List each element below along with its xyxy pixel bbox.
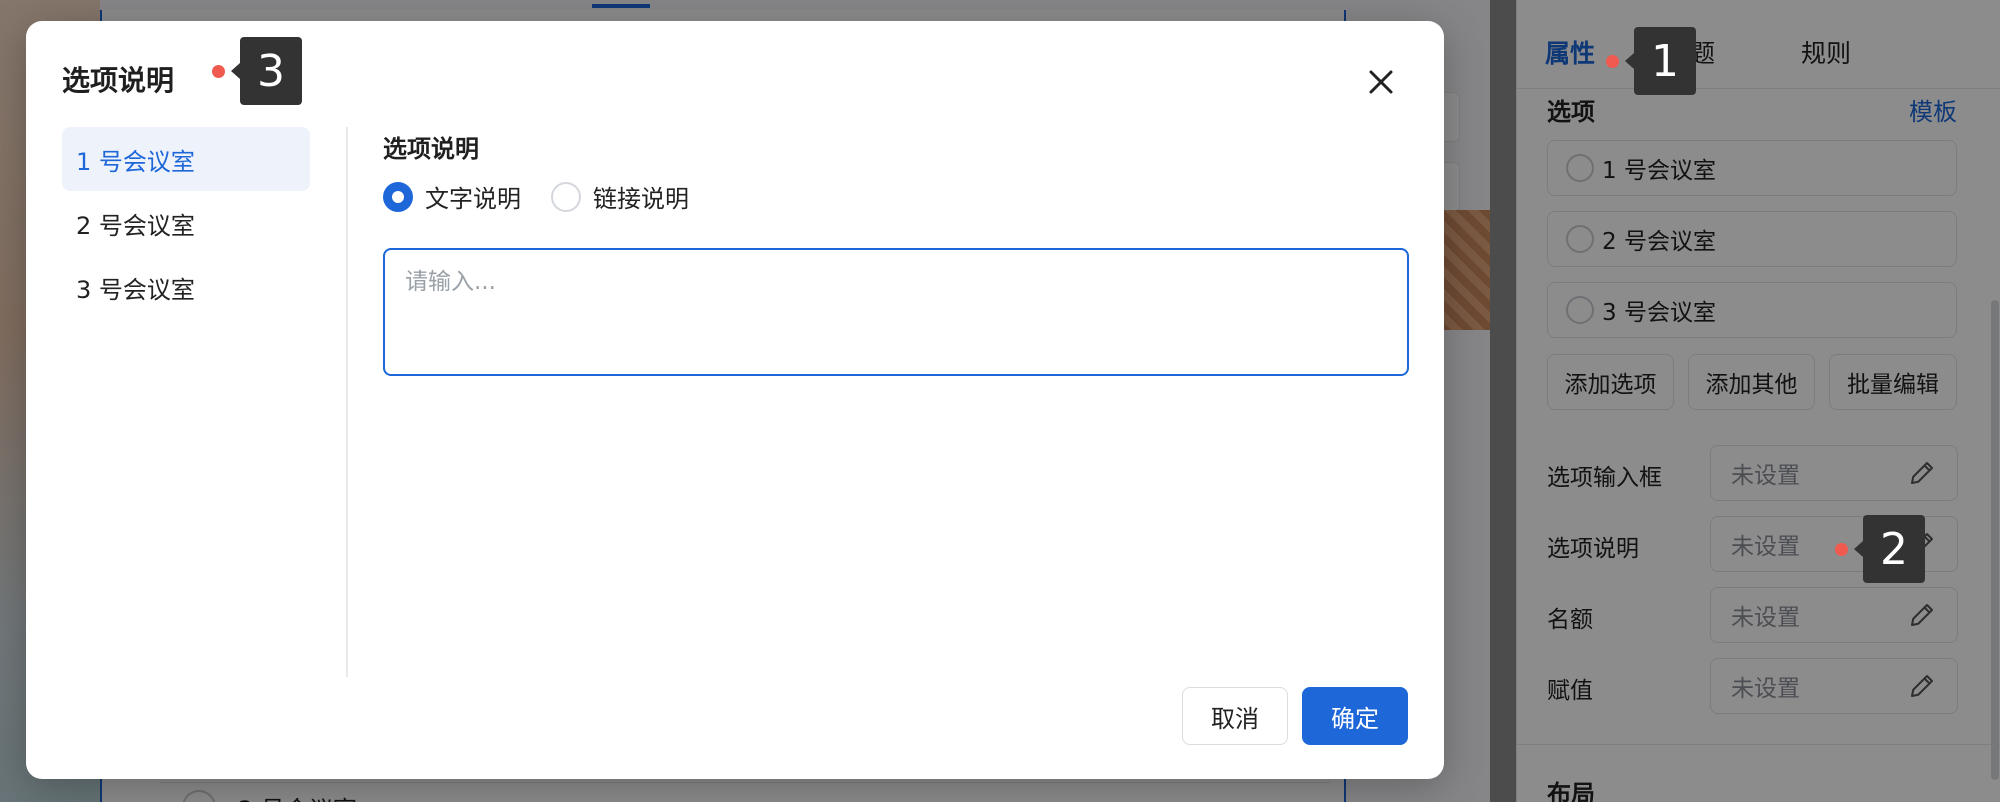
description-type-radio-group: 文字说明 链接说明 — [383, 179, 719, 214]
radio-unchecked-icon — [551, 181, 581, 212]
close-icon[interactable] — [1360, 61, 1402, 103]
option-list-item[interactable]: 1 号会议室 — [62, 127, 310, 191]
radio-label: 链接说明 — [593, 185, 689, 213]
marker-badge: 3 — [240, 37, 302, 105]
cancel-button[interactable]: 取消 — [1182, 687, 1288, 745]
confirm-button[interactable]: 确定 — [1302, 687, 1408, 745]
radio-label: 文字说明 — [425, 185, 521, 213]
dialog-title: 选项说明 — [62, 64, 175, 97]
marker-arrow — [1625, 53, 1634, 69]
marker-dot — [212, 64, 225, 78]
option-list: 1 号会议室 2 号会议室 3 号会议室 — [62, 127, 310, 319]
option-list-item[interactable]: 3 号会议室 — [62, 255, 310, 319]
marker-arrow — [231, 63, 240, 79]
dialog-divider — [346, 127, 348, 677]
annotation-marker-1: 1 — [1606, 27, 1696, 95]
description-section-title: 选项说明 — [383, 135, 479, 163]
annotation-marker-3: 3 — [212, 37, 302, 105]
description-textarea[interactable] — [383, 248, 1409, 376]
option-description-dialog: 选项说明 1 号会议室 2 号会议室 3 号会议室 选项说明 文字说明 链接说明… — [26, 21, 1444, 779]
marker-arrow — [1854, 541, 1863, 557]
marker-badge: 2 — [1863, 515, 1925, 583]
annotation-marker-2: 2 — [1835, 515, 1925, 583]
marker-dot — [1606, 54, 1619, 68]
link-description-radio[interactable]: 链接说明 — [551, 179, 689, 214]
marker-badge: 1 — [1634, 27, 1696, 95]
text-description-radio[interactable]: 文字说明 — [383, 179, 521, 214]
radio-checked-icon — [383, 181, 413, 212]
marker-dot — [1835, 542, 1848, 556]
option-list-item[interactable]: 2 号会议室 — [62, 191, 310, 255]
